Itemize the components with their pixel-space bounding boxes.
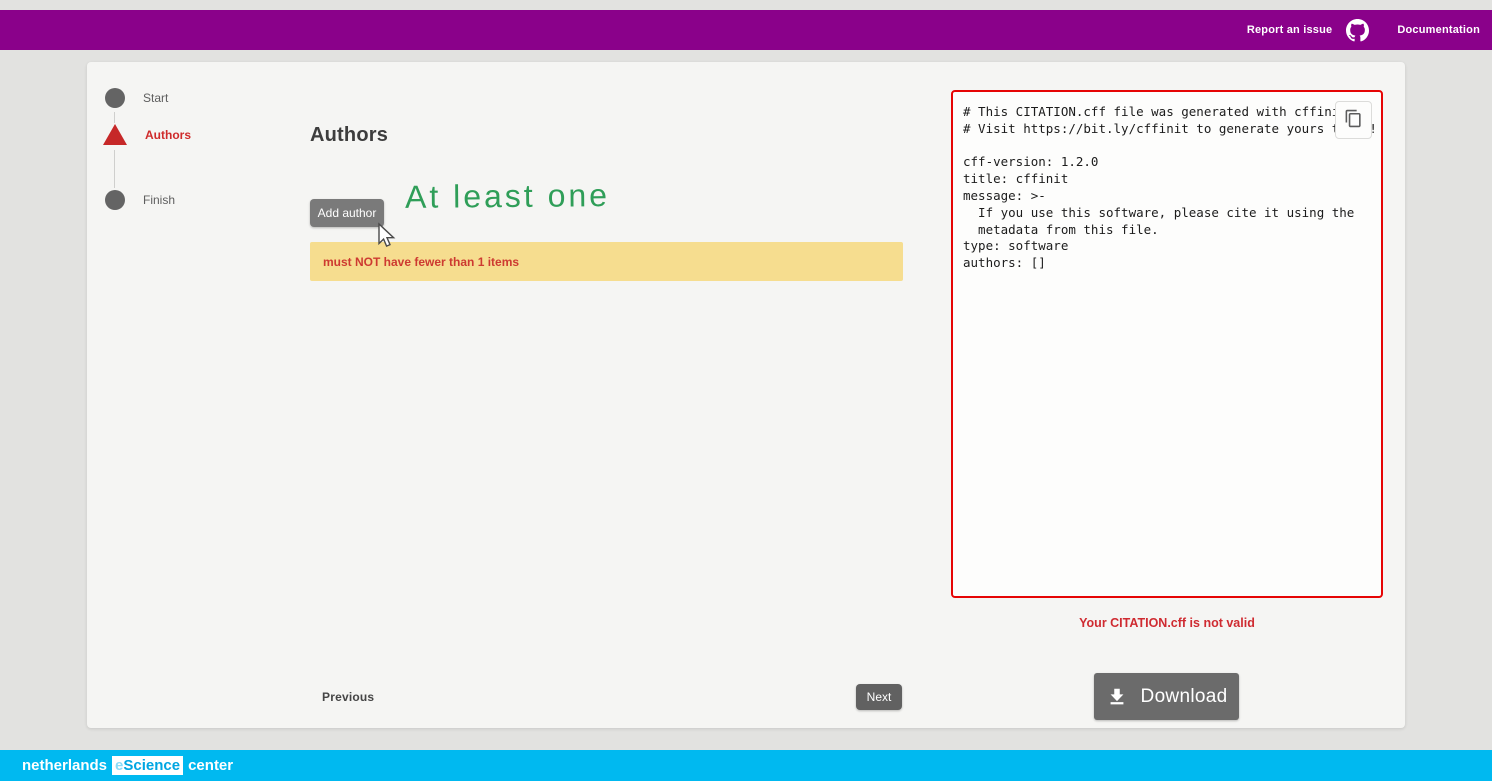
warning-triangle-icon <box>103 124 127 145</box>
documentation-link[interactable]: Documentation <box>1397 24 1480 36</box>
next-button[interactable]: Next <box>856 684 902 710</box>
app-header: Report an issue Documentation <box>0 10 1492 50</box>
page-title: Authors <box>310 124 388 147</box>
brand-suffix: center <box>188 757 233 774</box>
validation-alert-text: must NOT have fewer than 1 items <box>323 255 519 269</box>
step-finish[interactable]: Finish <box>105 190 175 210</box>
stepper-connector <box>114 112 115 123</box>
report-issue-link[interactable]: Report an issue <box>1247 24 1333 36</box>
invalid-cff-message: Your CITATION.cff is not valid <box>951 616 1383 630</box>
download-icon <box>1106 686 1128 708</box>
step-authors[interactable]: Authors <box>103 124 191 145</box>
stepper-connector <box>114 150 115 188</box>
footer: netherlands eScience center <box>0 750 1492 781</box>
github-icon[interactable] <box>1346 19 1369 42</box>
escience-center-logo: netherlands eScience center <box>22 756 233 775</box>
brand-highlight-science: Science <box>123 757 180 774</box>
annotation-at-least-one: At least one <box>405 177 610 216</box>
step-label: Finish <box>143 193 175 207</box>
main-card: Start Authors Finish Authors Add author … <box>87 62 1405 728</box>
step-label: Start <box>143 91 168 105</box>
download-button[interactable]: Download <box>1094 673 1239 720</box>
brand-prefix: netherlands <box>22 757 107 774</box>
step-circle-icon <box>105 190 125 210</box>
citation-code: # This CITATION.cff file was generated w… <box>953 92 1381 284</box>
validation-alert: must NOT have fewer than 1 items <box>310 242 903 281</box>
step-start[interactable]: Start <box>105 88 168 108</box>
step-label: Authors <box>145 128 191 142</box>
download-button-label: Download <box>1141 686 1228 708</box>
brand-highlight: eScience <box>112 756 183 775</box>
wizard-stepper: Start Authors Finish <box>87 62 307 728</box>
copy-button[interactable] <box>1335 101 1372 139</box>
step-circle-icon <box>105 88 125 108</box>
citation-preview-panel: # This CITATION.cff file was generated w… <box>951 90 1383 598</box>
previous-button[interactable]: Previous <box>322 690 374 704</box>
copy-icon <box>1344 109 1363 131</box>
